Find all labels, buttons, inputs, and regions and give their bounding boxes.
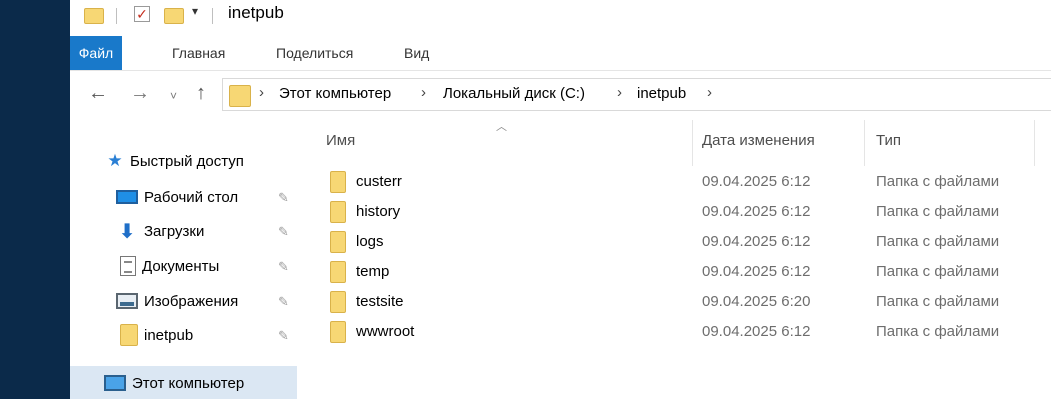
window-title: inetpub — [228, 3, 284, 22]
properties-icon[interactable]: ✓ — [134, 6, 150, 22]
navigation-pane: ★ Быстрый доступ Рабочий стол ✎ ⬇ Загруз… — [70, 120, 310, 399]
file-type: Папка с файлами — [876, 203, 1000, 220]
nav-item-label: inetpub — [144, 326, 194, 344]
file-date: 09.04.2025 6:12 — [702, 263, 811, 280]
nav-item-label: Быстрый доступ — [130, 152, 244, 170]
tab-share[interactable]: Поделиться — [262, 36, 367, 70]
divider — [212, 8, 213, 24]
column-divider[interactable] — [1034, 120, 1035, 166]
nav-quick-access[interactable]: ★ Быстрый доступ — [106, 147, 244, 175]
pin-icon[interactable]: ✎ — [278, 328, 289, 344]
file-name: testsite — [356, 293, 404, 310]
file-date: 09.04.2025 6:12 — [702, 233, 811, 250]
ribbon-tabs: Файл Главная Поделиться Вид — [70, 36, 1051, 71]
file-date: 09.04.2025 6:12 — [702, 323, 811, 340]
folder-icon — [330, 321, 346, 343]
download-icon: ⬇ — [118, 220, 136, 243]
nav-item-desktop[interactable]: Рабочий стол — [116, 183, 238, 211]
folder-icon — [229, 85, 251, 107]
file-type: Папка с файлами — [876, 323, 1000, 340]
table-row[interactable]: wwwroot 09.04.2025 6:12 Папка с файлами — [310, 317, 1051, 347]
nav-item-label: Рабочий стол — [144, 188, 239, 206]
table-row[interactable]: history 09.04.2025 6:12 Папка с файлами — [310, 197, 1051, 227]
table-row[interactable]: temp 09.04.2025 6:12 Папка с файлами — [310, 257, 1051, 287]
title-bar: ✓ ▾ inetpub — [70, 0, 1051, 36]
file-name: wwwroot — [356, 323, 415, 340]
pictures-icon — [116, 293, 138, 309]
up-arrow-icon[interactable]: ↑ — [196, 82, 206, 105]
nav-item-this-pc[interactable]: Этот компьютер — [70, 366, 297, 399]
file-type: Папка с файлами — [876, 173, 1000, 190]
address-bar: ← → ˅ ↑ › Этот компьютер › Локальный дис… — [70, 70, 1051, 120]
back-arrow-icon[interactable]: ← — [88, 82, 108, 105]
pin-icon[interactable]: ✎ — [278, 190, 289, 206]
computer-icon — [104, 375, 126, 391]
nav-item-label: Документы — [142, 257, 220, 275]
table-row[interactable]: logs 09.04.2025 6:12 Папка с файлами — [310, 227, 1051, 257]
pin-icon[interactable]: ✎ — [278, 224, 289, 240]
chevron-right-icon[interactable]: › — [259, 84, 264, 101]
table-row[interactable]: testsite 09.04.2025 6:20 Папка с файлами — [310, 287, 1051, 317]
file-name: custerr — [356, 173, 402, 190]
file-date: 09.04.2025 6:12 — [702, 173, 811, 190]
folder-icon — [330, 201, 346, 223]
file-name: logs — [356, 233, 384, 250]
sort-ascending-icon: ︿ — [496, 121, 507, 133]
folder-icon — [330, 291, 346, 313]
column-header-type[interactable]: Тип — [876, 132, 901, 149]
breadcrumb-inetpub[interactable]: inetpub — [637, 85, 686, 102]
column-divider[interactable] — [692, 120, 693, 166]
tab-home[interactable]: Главная — [158, 36, 239, 70]
file-type: Папка с файлами — [876, 263, 1000, 280]
file-date: 09.04.2025 6:12 — [702, 203, 811, 220]
breadcrumb-this-pc[interactable]: Этот компьютер — [279, 85, 391, 102]
tab-file[interactable]: Файл — [70, 36, 122, 70]
nav-item-inetpub[interactable]: inetpub — [120, 321, 193, 349]
folder-icon — [120, 324, 138, 346]
forward-arrow-icon[interactable]: → — [130, 82, 150, 105]
explorer-window: ✓ ▾ inetpub Файл Главная Поделиться Вид … — [70, 0, 1051, 399]
nav-item-documents[interactable]: Документы — [120, 252, 219, 280]
nav-item-this-pc-row[interactable]: Этот компьютер — [104, 369, 244, 397]
nav-item-label: Этот компьютер — [132, 374, 245, 392]
chevron-right-icon[interactable]: › — [421, 84, 426, 101]
nav-item-label: Изображения — [144, 292, 239, 310]
folder-icon — [84, 8, 104, 24]
pin-icon[interactable]: ✎ — [278, 294, 289, 310]
documents-icon — [120, 256, 136, 276]
new-folder-icon[interactable] — [164, 8, 184, 24]
breadcrumb[interactable]: › Этот компьютер › Локальный диск (C:) ›… — [222, 78, 1051, 111]
folder-icon — [330, 171, 346, 193]
file-type: Папка с файлами — [876, 293, 1000, 310]
divider — [116, 8, 117, 24]
folder-icon — [330, 261, 346, 283]
chevron-right-icon[interactable]: › — [617, 84, 622, 101]
tab-view[interactable]: Вид — [390, 36, 443, 70]
star-icon: ★ — [107, 151, 123, 170]
nav-item-label: Загрузки — [144, 222, 205, 240]
column-divider[interactable] — [864, 120, 865, 166]
file-name: history — [356, 203, 401, 220]
table-row[interactable]: custerr 09.04.2025 6:12 Папка с файлами — [310, 167, 1051, 197]
desktop-background — [0, 0, 70, 399]
chevron-right-icon[interactable]: › — [707, 84, 712, 101]
pin-icon[interactable]: ✎ — [278, 259, 289, 275]
file-name: temp — [356, 263, 390, 280]
folder-icon — [330, 231, 346, 253]
file-date: 09.04.2025 6:20 — [702, 293, 811, 310]
column-header-date[interactable]: Дата изменения — [702, 132, 815, 149]
desktop-icon — [116, 190, 138, 204]
breadcrumb-local-disk[interactable]: Локальный диск (C:) — [443, 85, 585, 102]
file-type: Папка с файлами — [876, 233, 1000, 250]
chevron-down-icon[interactable]: ▾ — [192, 4, 198, 18]
recent-locations-chevron-icon[interactable]: ˅ — [170, 89, 177, 103]
nav-item-downloads[interactable]: ⬇ Загрузки — [116, 217, 205, 245]
nav-item-pictures[interactable]: Изображения — [116, 287, 238, 315]
column-header-name[interactable]: Имя — [326, 132, 355, 149]
file-list: ︿ Имя Дата изменения Тип custerr 09.04.2… — [310, 120, 1051, 399]
